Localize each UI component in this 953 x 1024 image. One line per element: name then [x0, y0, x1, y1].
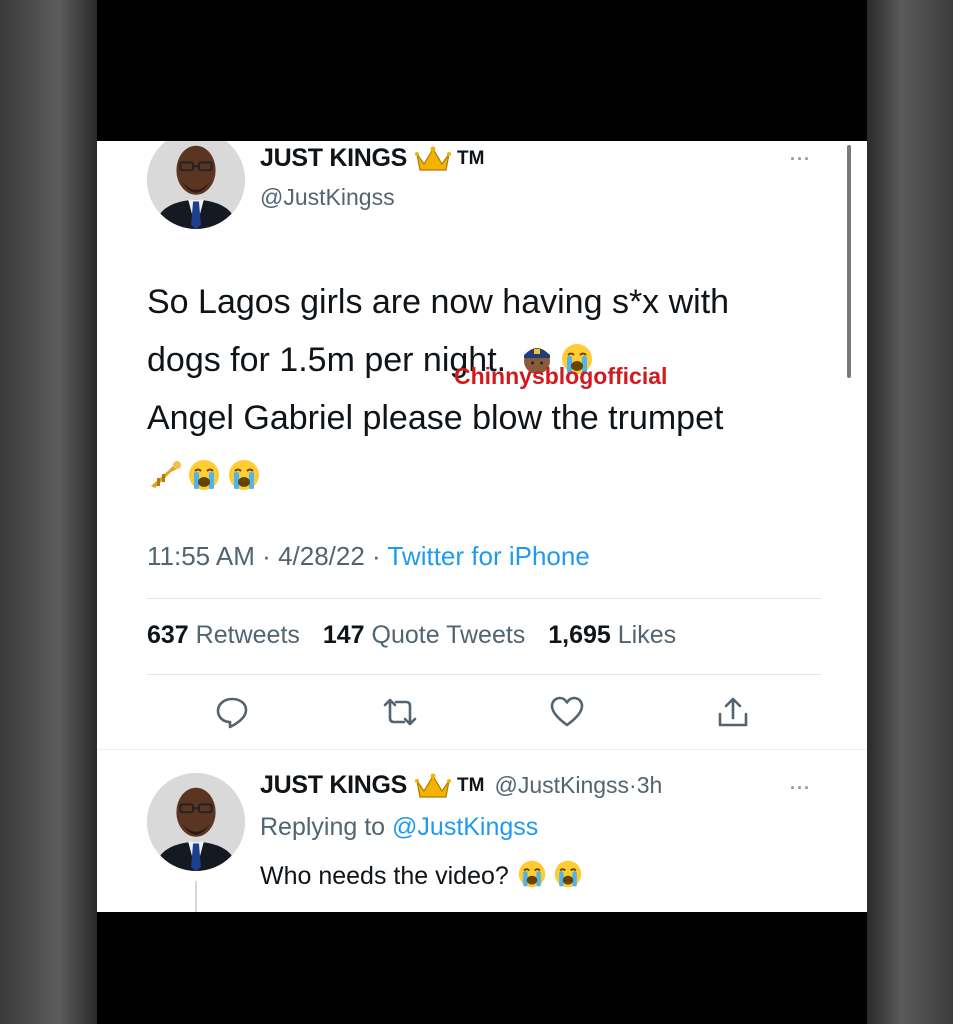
- likes-count: 1,695: [548, 621, 611, 649]
- tweet-line-2-text: dogs for 1.5m per night.: [147, 341, 507, 379]
- trumpet-emoji: [147, 452, 181, 488]
- tweet-line-1: So Lagos girls are now having s*x with: [147, 283, 730, 321]
- more-options-icon[interactable]: ···: [790, 149, 811, 170]
- meta-separator: ·: [629, 772, 637, 798]
- author-avatar[interactable]: [147, 141, 245, 229]
- loudly-crying-face-emoji: [517, 859, 547, 889]
- divider: [97, 749, 867, 750]
- replying-to-handle[interactable]: @JustKingss: [392, 813, 538, 841]
- loudly-crying-face-emoji: [227, 452, 261, 490]
- top-black-bar: [97, 0, 867, 141]
- scrollbar[interactable]: [847, 145, 851, 378]
- quotes-stat[interactable]: 147 Quote Tweets: [323, 621, 525, 649]
- tweet-actions: [97, 694, 867, 734]
- trademark-label: TM: [457, 147, 485, 169]
- thread-line: [195, 881, 197, 912]
- retweets-count: 637: [147, 621, 189, 649]
- tweet-line-3: Angel Gabriel please blow the trumpet: [147, 399, 724, 437]
- author-handle[interactable]: @JustKingss: [260, 184, 395, 211]
- more-options-icon[interactable]: ···: [790, 778, 811, 799]
- reply-display-name[interactable]: JUST KINGS: [260, 771, 407, 800]
- tweet-meta: 11:55 AM · 4/28/22 · Twitter for iPhone: [147, 541, 590, 572]
- tweet-stats: 637 Retweets 147 Quote Tweets 1,695 Like…: [147, 621, 676, 650]
- tweet-date[interactable]: 4/28/22: [278, 541, 365, 571]
- reply-text-content: Who needs the video?: [260, 862, 509, 890]
- reply-name-row: JUST KINGS TM @JustKingss · 3h: [260, 771, 662, 800]
- retweets-label: Retweets: [195, 621, 300, 649]
- quotes-count: 147: [322, 621, 365, 649]
- quotes-label: Quote Tweets: [371, 621, 526, 649]
- bottom-black-bar: [97, 912, 867, 1024]
- tweet-line-4: [147, 447, 847, 505]
- loudly-crying-face-emoji: [187, 452, 221, 490]
- meta-separator: ·: [372, 541, 388, 571]
- divider: [147, 674, 821, 675]
- right-blur-border: [867, 0, 953, 1024]
- divider: [147, 598, 821, 599]
- meta-separator: ·: [262, 541, 279, 571]
- reply-text: Who needs the video?: [260, 859, 583, 891]
- author-display-name[interactable]: JUST KINGS: [260, 144, 407, 173]
- trademark-label: TM: [457, 774, 485, 796]
- replying-to: Replying to @JustKingss: [260, 813, 538, 842]
- left-blur-border: [0, 0, 97, 1024]
- crown-icon: [415, 146, 452, 172]
- share-icon[interactable]: [715, 694, 751, 730]
- heart-icon[interactable]: [549, 694, 585, 730]
- retweet-icon[interactable]: [382, 694, 418, 730]
- crown-icon: [415, 773, 452, 799]
- loudly-crying-face-emoji: [553, 859, 583, 889]
- author-name-row: JUST KINGS TM: [260, 144, 484, 173]
- tweet-card: JUST KINGS TM @JustKingss ··· So Lagos g…: [97, 141, 867, 912]
- watermark-text: Chinnysblogofficial: [454, 363, 668, 389]
- tweet-source[interactable]: Twitter for iPhone: [387, 541, 589, 571]
- likes-label: Likes: [617, 621, 677, 649]
- replying-to-label: Replying to: [260, 813, 386, 841]
- reply-author-avatar[interactable]: [147, 773, 245, 871]
- reply-age[interactable]: 3h: [637, 772, 663, 799]
- likes-stat[interactable]: 1,695 Likes: [548, 621, 676, 649]
- retweets-stat[interactable]: 637 Retweets: [147, 621, 300, 649]
- tweet-time[interactable]: 11:55 AM: [147, 541, 255, 571]
- reply-icon[interactable]: [214, 694, 250, 730]
- reply-handle[interactable]: @JustKingss: [494, 772, 629, 799]
